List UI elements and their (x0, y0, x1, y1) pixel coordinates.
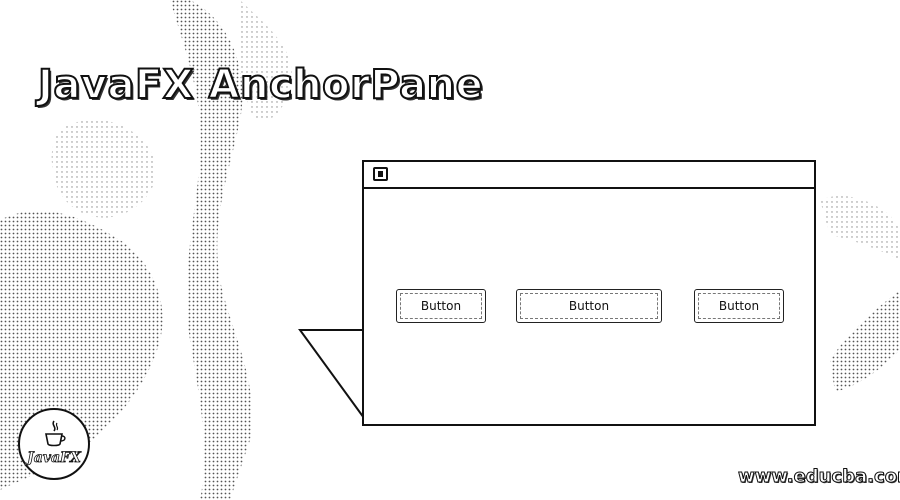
app-window: Button Button Button (362, 160, 816, 426)
page-title: JavaFX AnchorPane (37, 61, 484, 109)
logo-text: JavaFX (27, 450, 82, 467)
watermark: www.educba.com (738, 466, 900, 488)
window-title-bar[interactable] (364, 162, 814, 189)
javafx-logo: JavaFX (18, 408, 90, 480)
anchor-button-right[interactable]: Button (694, 289, 784, 323)
anchor-button-center[interactable]: Button (516, 289, 662, 323)
java-cup-icon (45, 420, 66, 447)
anchor-button-left[interactable]: Button (396, 289, 486, 323)
window-icon[interactable] (373, 167, 388, 181)
callout-pointer (298, 329, 365, 422)
